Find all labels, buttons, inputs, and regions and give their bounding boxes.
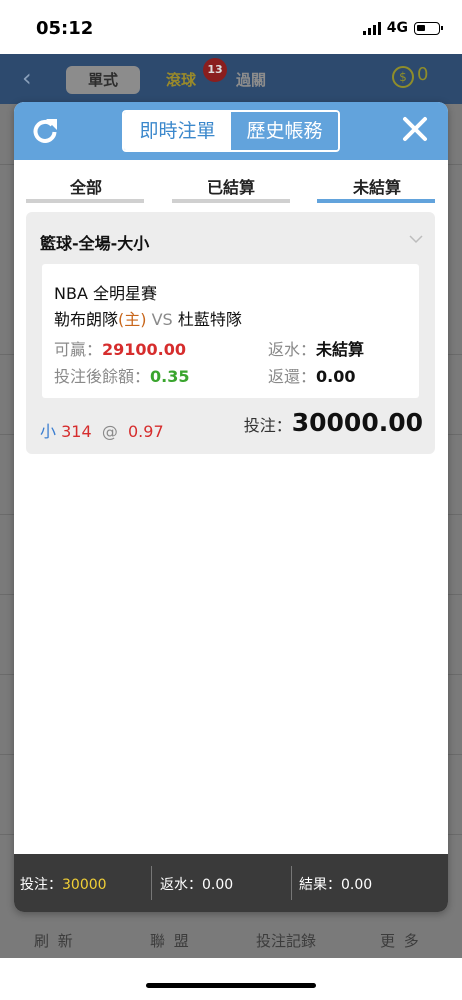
away-team: 杜藍特隊: [177, 310, 242, 329]
tab-all-underline: [26, 199, 144, 203]
bet-details: NBA 全明星賽 勒布朗隊(主) VS 杜藍特隊 可贏：29100.00 投注後…: [42, 264, 419, 398]
bg-tab-records: 投注記錄: [256, 932, 317, 950]
tab-settled-underline: [172, 199, 290, 203]
close-icon[interactable]: [402, 116, 428, 142]
bet-market-title: 籃球-全場-大小: [40, 234, 150, 253]
stake: 投注：30000.00: [244, 408, 423, 437]
live-count-badge: 13: [203, 58, 227, 82]
bottom-safe-area: [0, 958, 462, 1000]
stake-label: 投注：: [243, 416, 292, 435]
rebate: 返水：未結算: [268, 336, 364, 360]
tab-unsettled[interactable]: 未結算: [317, 174, 437, 198]
bg-tab-more: 更 多: [380, 932, 421, 950]
summary-footer: 投注：30000 返水：0.00 結果：0.00: [14, 854, 448, 912]
return: 返還：0.00: [268, 363, 356, 387]
tab-instant-bets[interactable]: 即時注單: [124, 112, 231, 150]
footer-result: 結果：0.00: [299, 874, 372, 894]
win-label: 可贏：: [54, 340, 103, 359]
footer-bet-label: 投注：: [20, 877, 62, 893]
bg-tab-live: 滾球: [166, 71, 197, 89]
status-icons: 4G: [362, 20, 443, 36]
return-value: 0.00: [316, 367, 356, 386]
home-tag: (主): [118, 310, 147, 329]
background-tabbar: 刷 新 聯 盟 投注記錄 更 多: [0, 912, 462, 960]
network-label: 4G: [386, 20, 408, 36]
win-value: 29100.00: [102, 340, 187, 359]
coin-icon: $: [392, 66, 414, 88]
balance-after-bet: 投注後餘額：0.35: [54, 363, 190, 387]
vs-label: VS: [151, 310, 173, 329]
record-type-switch: 即時注單 歷史帳務: [122, 110, 340, 152]
league-name: NBA 全明星賽: [54, 284, 157, 303]
refresh-icon[interactable]: [30, 116, 60, 146]
match-teams: 勒布朗隊(主) VS 杜藍特隊: [54, 306, 242, 330]
home-team: 勒布朗隊: [54, 310, 119, 329]
bet-card[interactable]: 籃球-全場-大小 NBA 全明星賽 勒布朗隊(主) VS 杜藍特隊 可贏：291…: [26, 212, 435, 454]
home-indicator[interactable]: [146, 983, 316, 988]
bg-tab-league: 聯 盟: [150, 932, 191, 950]
chevron-down-icon[interactable]: [409, 232, 423, 246]
bg-balance: 0: [417, 64, 429, 85]
tab-settled[interactable]: 已結算: [171, 174, 291, 198]
bg-tab-refresh: 刷 新: [34, 932, 75, 950]
bet-selection: 小 314 @ 0.97: [40, 418, 164, 442]
footer-rebate-label: 返水：: [160, 877, 202, 893]
footer-bet: 投注：30000: [20, 874, 107, 894]
footer-bet-value: 30000: [62, 877, 107, 893]
footer-divider: [291, 866, 292, 900]
bg-tab-parlay: 過關: [236, 71, 267, 89]
balance-label: 投注後餘額：: [54, 367, 151, 386]
signal-icon: [362, 21, 381, 35]
footer-result-value: 0.00: [341, 877, 373, 893]
balance-value: 0.35: [150, 367, 190, 386]
battery-icon: [414, 21, 443, 35]
return-label: 返還：: [268, 367, 317, 386]
tab-history[interactable]: 歷史帳務: [231, 112, 338, 150]
footer-rebate-value: 0.00: [202, 877, 234, 893]
status-time: 05:12: [36, 18, 94, 39]
selection-odds: 0.97: [128, 422, 164, 441]
footer-result-label: 結果：: [299, 877, 341, 893]
modal-header: 即時注單 歷史帳務: [14, 102, 448, 160]
bet-records-modal: 即時注單 歷史帳務 全部 已結算 未結算 籃球-全場-大小 NBA 全明星賽 勒…: [14, 102, 448, 912]
rebate-value: 未結算: [316, 340, 365, 359]
footer-divider: [151, 866, 152, 900]
tab-all[interactable]: 全部: [26, 174, 146, 198]
background-header: ‹ 單式 滾球 13 過關 $ 0: [0, 54, 462, 104]
footer-rebate: 返水：0.00: [160, 874, 233, 894]
selection-line: 314: [61, 422, 92, 441]
bg-tab-single: 單式: [66, 66, 140, 94]
selection-side: 小: [40, 422, 57, 441]
at-symbol: @: [101, 422, 118, 441]
potential-win: 可贏：29100.00: [54, 336, 186, 360]
stake-amount: 30000.00: [291, 408, 423, 437]
settlement-tabs: 全部 已結算 未結算: [14, 160, 448, 206]
status-bar: 05:12 4G: [0, 0, 462, 54]
rebate-label: 返水：: [268, 340, 317, 359]
tab-unsettled-underline: [317, 199, 435, 203]
back-icon: ‹: [22, 64, 32, 92]
